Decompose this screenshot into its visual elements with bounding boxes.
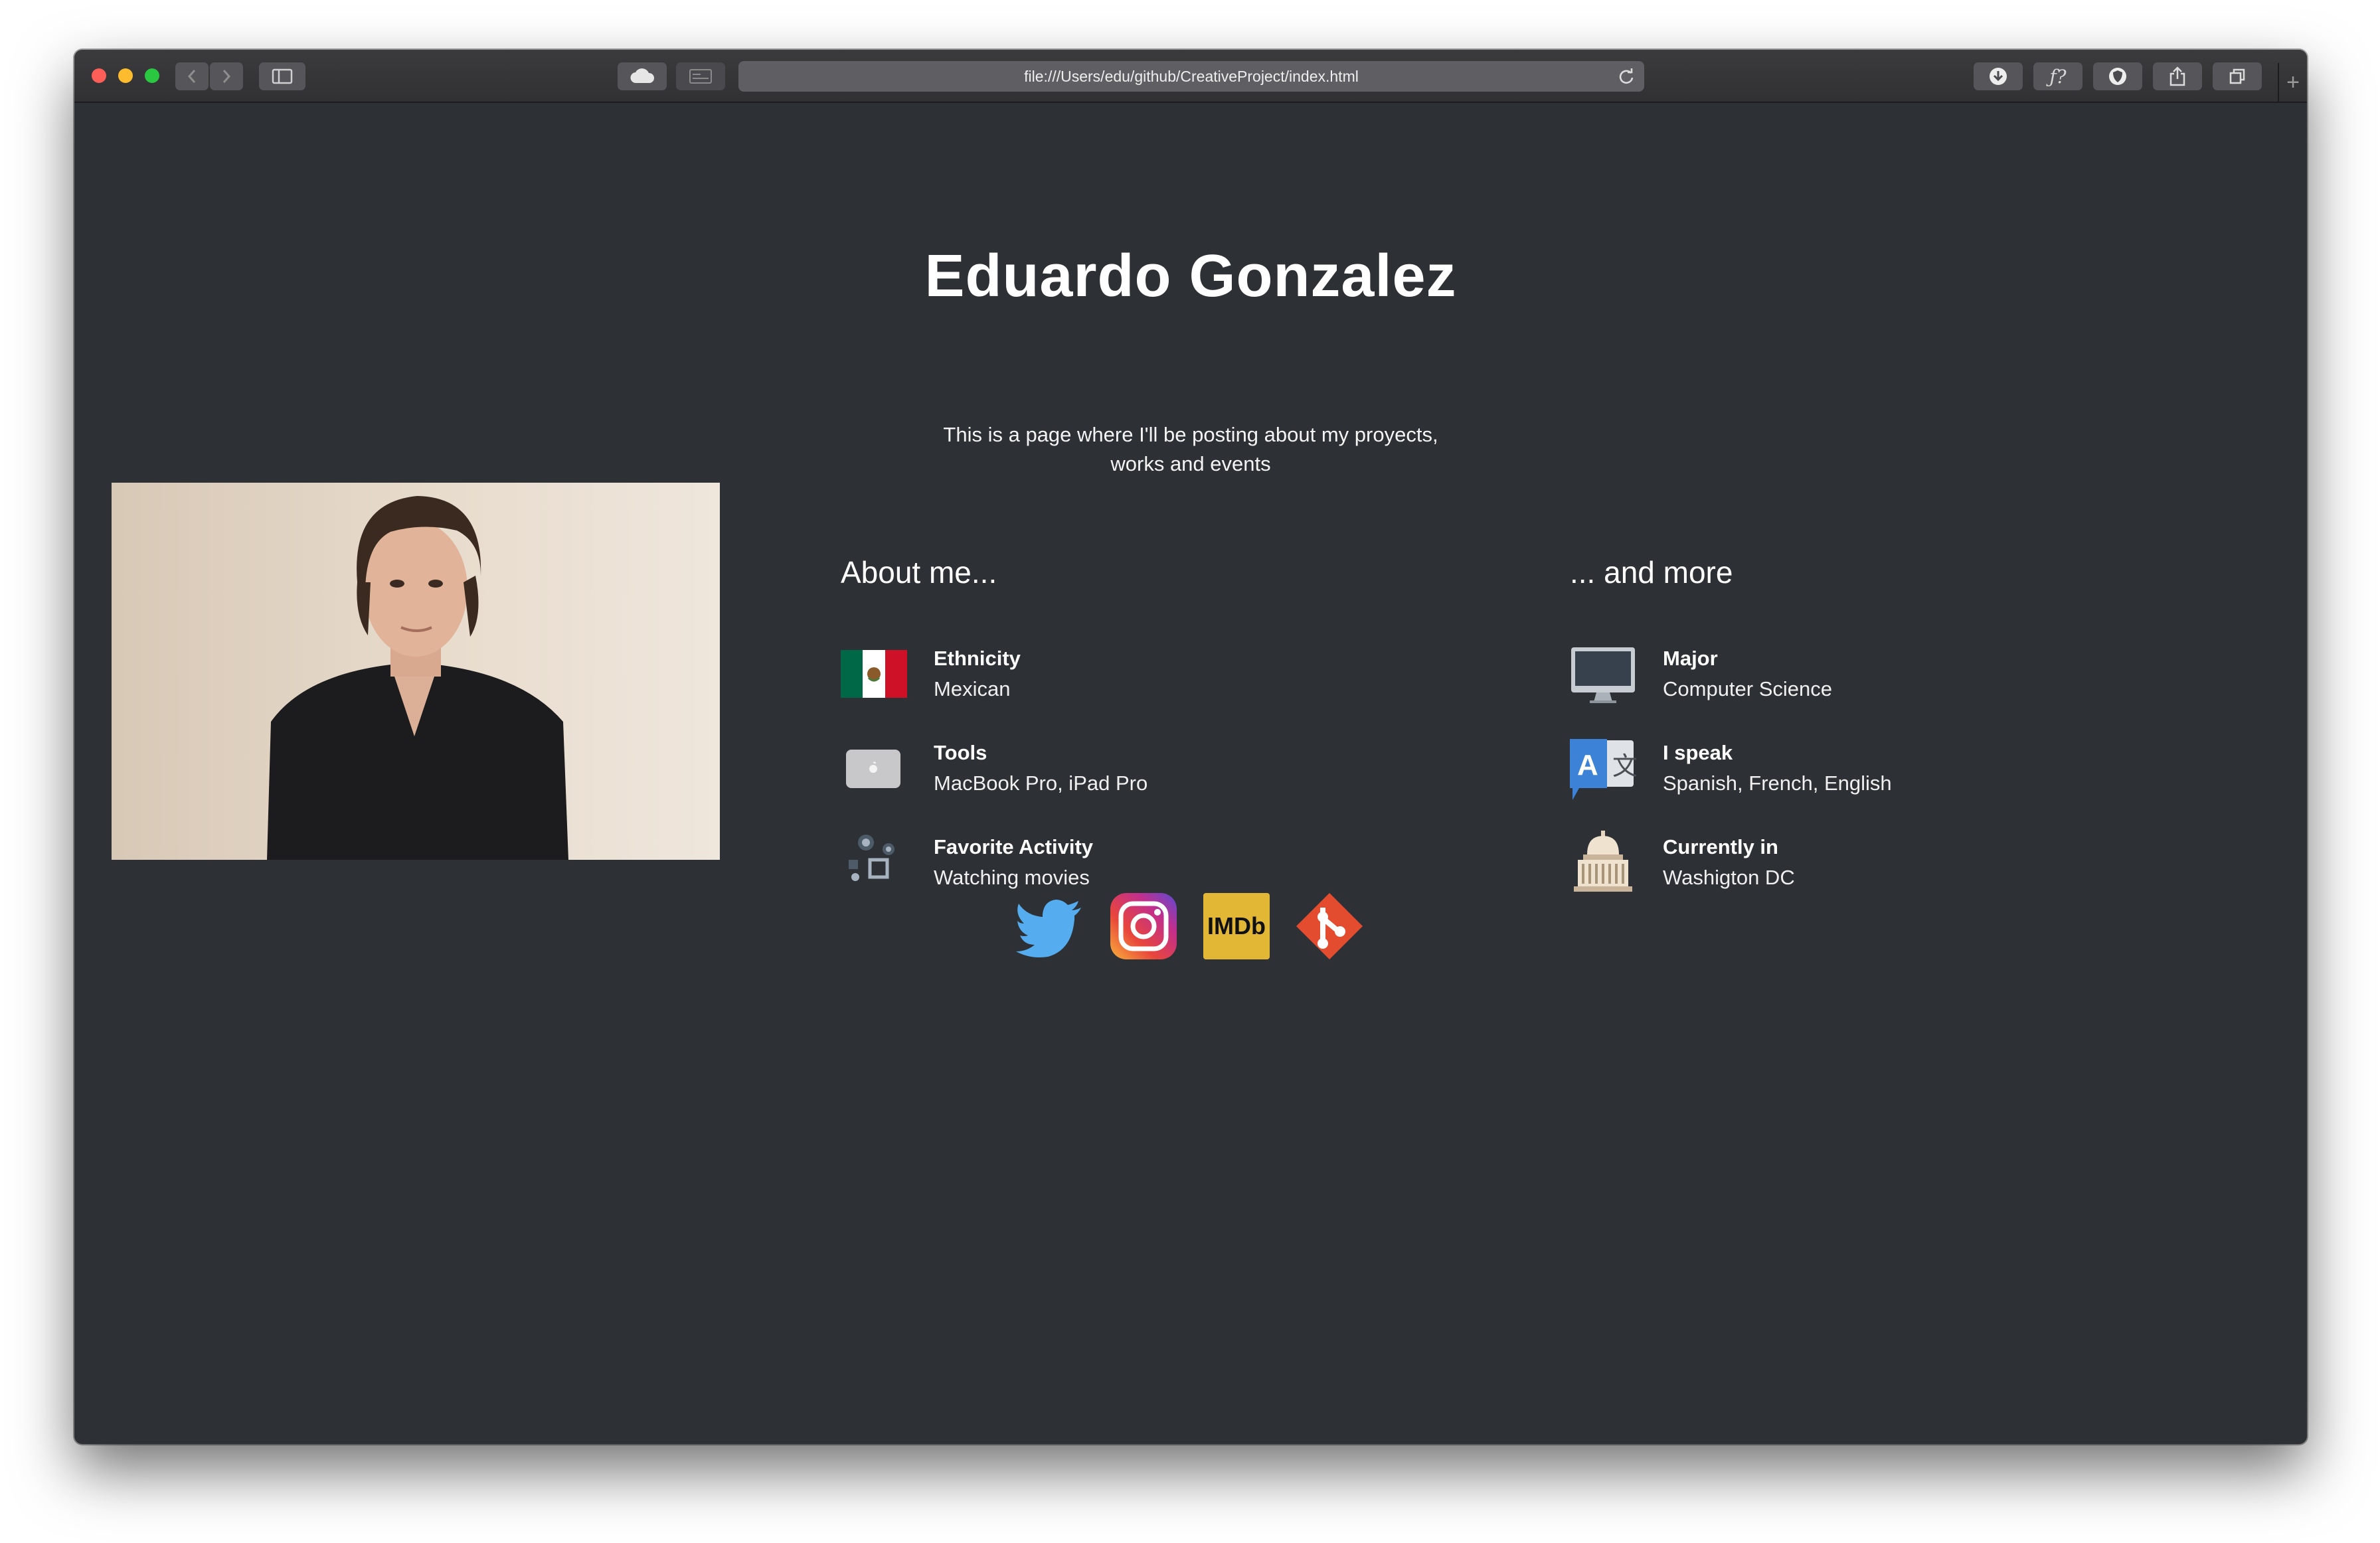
tagline-line-1: This is a page where I'll be posting abo… [943,423,1438,446]
twitter-link[interactable] [1016,892,1085,961]
plus-icon: + [2286,69,2300,95]
info-value: Mexican [934,677,1011,700]
close-window-button[interactable] [92,68,106,83]
share-button[interactable] [2153,62,2202,90]
zoom-window-button[interactable] [145,68,159,83]
imdb-link[interactable]: IMDb [1202,892,1271,961]
new-tab-button[interactable]: + [2278,63,2307,102]
page-content: Eduardo Gonzalez This is a page where I'… [74,103,2307,1444]
info-label: Currently in [1663,835,1778,858]
info-label: Major [1663,647,1718,670]
reader-icon [689,69,712,84]
info-value: Spanish, French, English [1663,772,1892,795]
share-icon [2169,66,2185,86]
info-value: Computer Science [1663,677,1833,700]
monitor-icon [1570,642,1636,706]
sidebar-toggle-button[interactable] [259,62,305,90]
info-label: I speak [1663,741,1733,764]
page-tagline: This is a page where I'll be posting abo… [918,420,1463,479]
address-bar[interactable]: file:///Users/edu/github/CreativeProject… [738,61,1644,92]
function-extension-button[interactable]: ƒ? [2033,62,2082,90]
svg-text:A: A [1577,749,1598,781]
film-reel-icon [841,831,907,894]
reload-icon[interactable] [1618,68,1635,85]
minimize-window-button[interactable] [118,68,133,83]
git-icon [1296,893,1363,959]
git-link[interactable] [1295,892,1364,961]
tab-overview-button[interactable] [2213,62,2262,90]
svg-text:文: 文 [1612,752,1636,781]
sidebar-icon [272,68,293,84]
chevron-right-icon [222,70,231,83]
shield-icon [2109,68,2126,85]
twitter-icon [1016,900,1081,957]
capitol-icon [1570,831,1636,894]
translate-icon: A 文 [1570,736,1638,800]
address-url: file:///Users/edu/github/CreativeProject… [1024,67,1359,85]
forward-button[interactable] [210,62,243,90]
profile-photo [112,483,720,860]
instagram-link[interactable] [1109,892,1178,961]
info-value: Washigton DC [1663,866,1795,889]
person-portrait-icon [267,496,568,860]
info-label: Tools [934,741,987,764]
privacy-extension-button[interactable] [2093,62,2142,90]
info-value: MacBook Pro, iPad Pro [934,772,1148,795]
chevron-left-icon [187,70,196,83]
info-label: Ethnicity [934,647,1021,670]
mexico-flag-icon [841,642,907,706]
back-button[interactable] [175,62,209,90]
info-value: Watching movies [934,866,1090,889]
browser-toolbar: file:///Users/edu/github/CreativeProject… [74,50,2307,103]
cloud-icon [630,68,655,84]
tagline-line-2: works and events [1110,452,1271,475]
download-icon [1990,68,2007,85]
imdb-icon: IMDb [1203,893,1270,959]
browser-window: file:///Users/edu/github/CreativeProject… [74,50,2307,1444]
page-title: Eduardo Gonzalez [924,243,1457,309]
about-heading: About me... [841,555,997,590]
more-heading: ... and more [1570,555,1733,590]
downloads-button[interactable] [1974,62,2023,90]
tabs-icon [2229,68,2245,84]
function-icon: ƒ? [2049,65,2067,88]
reader-button[interactable] [676,62,725,90]
info-label: Favorite Activity [934,835,1094,858]
instagram-icon [1110,893,1177,959]
laptop-icon [841,736,907,800]
imdb-logo-text: IMDb [1207,912,1266,939]
icloud-tabs-button[interactable] [618,62,667,90]
